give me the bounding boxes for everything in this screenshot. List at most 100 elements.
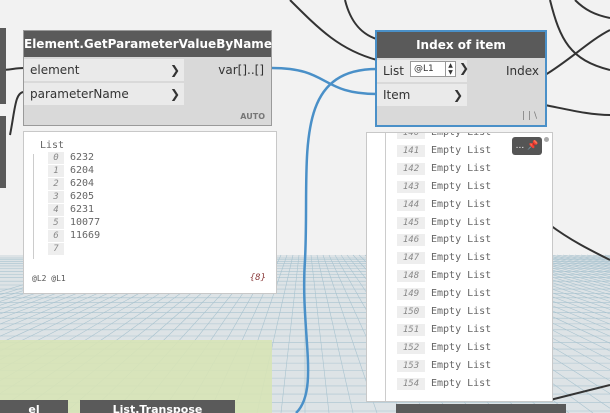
list-value: Empty List: [431, 198, 492, 210]
pin-icon[interactable]: ... 📌: [512, 137, 542, 155]
node-index-of-item[interactable]: Index of item List Item ❯ Index | | \: [375, 30, 547, 127]
node-get-parameter-value[interactable]: Element.GetParameterValueByName element …: [23, 30, 272, 126]
list-item: 146 Empty List: [397, 234, 492, 247]
list-level-selector[interactable]: @L1 ▲ ▼: [410, 61, 456, 77]
list-index: 153: [397, 359, 425, 372]
list-index: 3: [48, 191, 64, 203]
list-item: 147 Empty List: [397, 252, 492, 265]
list-index: 152: [397, 341, 425, 354]
list-value: Empty List: [431, 341, 492, 353]
list-value: Empty List: [431, 323, 492, 335]
input-port-element[interactable]: element ❯: [24, 59, 184, 81]
tree-line: [385, 133, 386, 401]
node-title[interactable]: Index of item: [377, 32, 545, 58]
pin-label: ...: [515, 141, 525, 151]
list-value: 6204: [70, 165, 95, 176]
list-item: 150 Empty List: [397, 306, 491, 318]
workspace-canvas[interactable]: Element.GetParameterValueByName element …: [0, 0, 610, 413]
node-title[interactable]: Element.GetParameterValueByName: [24, 31, 272, 57]
node-list-transpose[interactable]: List.Transpose: [80, 400, 235, 413]
left-node-stub-top[interactable]: [0, 28, 6, 104]
list-value: 11669: [70, 230, 101, 241]
list-index: 5: [48, 217, 64, 229]
node-title: el: [28, 403, 40, 413]
list-item: 141 Empty List: [397, 144, 492, 157]
port-label: List: [383, 64, 404, 78]
input-port-item[interactable]: Item ❯: [377, 84, 467, 106]
list-value: Empty List: [431, 132, 492, 138]
list-item: 4 6231: [48, 204, 94, 216]
output-port-index[interactable]: Index: [477, 60, 547, 82]
chevron-right-icon: ❯: [169, 63, 180, 77]
list-index: 150: [397, 306, 425, 318]
list-item: 152 Empty List: [397, 341, 492, 354]
list-value: 6231: [70, 204, 95, 215]
list-item: 153 Empty List: [397, 359, 492, 372]
list-value: Empty List: [431, 270, 492, 282]
list-item: 151 Empty List: [397, 323, 492, 336]
list-index: 1: [48, 165, 64, 177]
chevron-right-icon: ❯: [459, 61, 470, 75]
list-index: 146: [397, 234, 425, 247]
preview-bubble-getparam[interactable]: List 0 6232 1 6204 2 6204 3 6205 4 6231 5 10077 6 116…: [23, 131, 277, 294]
list-value: 6232: [70, 152, 95, 163]
list-index: 143: [397, 180, 425, 193]
list-item: 144 Empty List: [397, 198, 492, 211]
list-value: Empty List: [431, 306, 492, 317]
list-value: 10077: [70, 217, 101, 228]
list-value: 6205: [70, 191, 95, 202]
list-item: 140 Empty List: [397, 132, 492, 139]
lacing-indicator[interactable]: AUTO: [240, 112, 265, 121]
preview-bubble-indexof[interactable]: 140 Empty List 141 Empty List 142 Empty List 1…: [366, 132, 553, 402]
chevron-right-icon: ❯: [452, 88, 463, 102]
list-item: 148 Empty List: [397, 270, 492, 283]
scrollbar-thumb[interactable]: [544, 137, 549, 142]
chevron-right-icon: ❯: [169, 87, 180, 101]
list-index: 147: [397, 252, 425, 265]
list-item: 149 Empty List: [397, 288, 492, 301]
list-item: 0 6232: [48, 152, 94, 164]
list-item: 154 Empty List: [397, 377, 492, 390]
list-index: 4: [48, 204, 64, 216]
output-port-var[interactable]: var[]..[]: [204, 59, 272, 81]
list-item: 5 10077: [48, 217, 100, 229]
left-node-stub-bottom[interactable]: [0, 116, 6, 188]
node-bottom-right[interactable]: [396, 404, 566, 413]
list-index: 141: [397, 144, 425, 157]
list-item: 7: [48, 243, 70, 255]
port-label: element: [30, 63, 80, 77]
list-item: 2 6204: [48, 178, 94, 190]
list-index: 6: [48, 230, 64, 242]
list-index: 142: [397, 162, 425, 175]
list-item: 142 Empty List: [397, 162, 491, 175]
input-port-parameter-name[interactable]: parameterName ❯: [24, 83, 184, 105]
list-index: 2: [48, 178, 64, 190]
list-index: 149: [397, 288, 425, 301]
list-index: 145: [397, 216, 425, 229]
node-title: List.Transpose: [112, 403, 203, 413]
list-levels[interactable]: @L2 @L1: [32, 274, 66, 283]
list-value: Empty List: [431, 234, 492, 246]
list-item: 6 11669: [48, 230, 100, 242]
list-value: Empty List: [431, 144, 492, 156]
preview-list-title: List: [40, 140, 65, 151]
list-value: Empty List: [431, 377, 492, 389]
list-index: 140: [397, 133, 425, 139]
list-index: 154: [397, 377, 425, 390]
list-item: 1 6204: [48, 165, 94, 177]
list-item: 143 Empty List: [397, 180, 491, 193]
spinner-arrows-icon[interactable]: ▲ ▼: [445, 62, 455, 76]
list-value: Empty List: [431, 359, 492, 371]
list-item: 3 6205: [48, 191, 94, 203]
node-bottom-left[interactable]: el: [0, 400, 68, 413]
item-count: {8}: [249, 273, 266, 283]
level-value: @L1: [414, 64, 434, 74]
list-value: Empty List: [431, 252, 492, 264]
lacing-indicator[interactable]: | | \: [522, 111, 537, 121]
list-value: Empty List: [431, 288, 492, 300]
list-index: 144: [397, 198, 425, 211]
port-label: Item: [383, 88, 411, 102]
tree-line: [33, 154, 34, 259]
port-label: parameterName: [30, 87, 129, 101]
list-value: Empty List: [431, 216, 492, 228]
